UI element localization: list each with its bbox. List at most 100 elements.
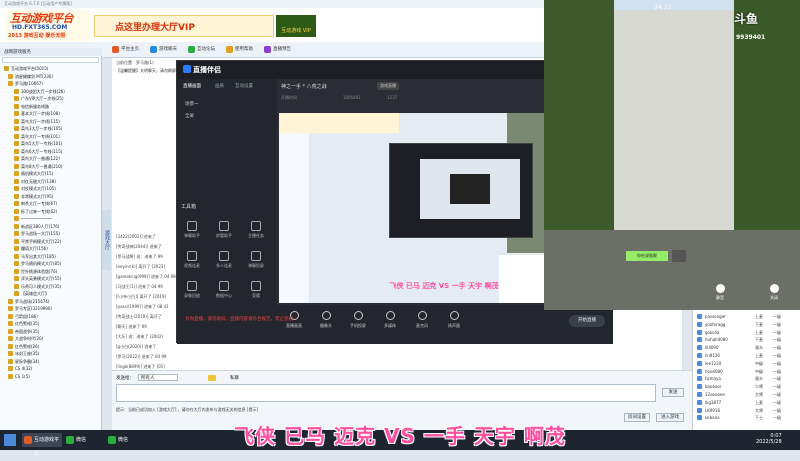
user-row[interactable]: lee1234 中级 一级 <box>697 360 797 367</box>
tree-item[interactable]: 互动游戏平台(5015) <box>4 65 48 72</box>
tool-button[interactable]: 多人连麦 <box>213 249 235 271</box>
tree-item[interactable]: 广东VIP大厅一步线(25) <box>14 95 64 102</box>
send-button[interactable]: 发送 <box>662 388 684 397</box>
platform-logo[interactable]: 互动游戏平台 HD.FXT365.COM 2013 游戏互动 娱乐无限 <box>6 10 90 41</box>
tree-item[interactable]: 蹦塔大厅(156) <box>14 245 48 252</box>
user-row[interactable]: kebaaa 下士 一级 <box>697 415 797 421</box>
tree-item[interactable]: 罗马随机模式大厅(85) <box>14 260 61 267</box>
tree-item[interactable]: 罗马路(10667) <box>8 80 43 87</box>
tool-button[interactable]: 数据中心 <box>213 279 235 301</box>
live-video[interactable]: 34:33 斗鱼 9939401 你在说啥呢 静音 关闭 <box>544 0 800 310</box>
close-video-button[interactable]: 关闭 <box>764 284 784 301</box>
tree-item[interactable]: 浑头英勇模式大厅(55) <box>14 275 61 282</box>
tree-item[interactable]: 罗马战场(215474) <box>8 298 49 305</box>
user-row[interactable]: 12oeooee 大将 一级 <box>697 392 797 398</box>
mute-button[interactable]: 静音 <box>710 284 730 301</box>
user-row[interactable]: gokolia 上麦 一级 <box>697 329 797 336</box>
tree-item[interactable]: 大战争时代(20) <box>8 335 43 342</box>
tree-item[interactable]: 菜鸟大厅一步线(115) <box>14 118 60 125</box>
user-row[interactable]: lin9126 上麦 一级 <box>697 353 797 359</box>
user-row[interactable]: huhah4080 下麦 一级 <box>697 337 797 343</box>
tree-item[interactable]: 非常模式大厅(95) <box>14 193 53 200</box>
room-header: 当前位置：罗马路(1) <box>116 60 154 65</box>
game-lobby-side-tab[interactable]: 游戏大厅 <box>102 210 111 270</box>
tree-item[interactable]: 刺杀大厅一专线(67) <box>14 200 57 207</box>
tree-item[interactable]: ───────────── <box>14 215 52 222</box>
tree-item[interactable]: 红色警戒(26) <box>8 343 39 350</box>
tree-item[interactable]: 马军出其大厅(185) <box>14 253 56 260</box>
user-row[interactable]: baobaor 少将 一级 <box>697 384 797 390</box>
taskbar-task[interactable]: 微信 <box>64 433 104 447</box>
forum-button[interactable]: 互动论坛 <box>188 45 215 55</box>
start-icon[interactable] <box>4 434 16 446</box>
help-button[interactable]: 使用帮助 <box>226 45 253 55</box>
taskbar-task[interactable]: 微信 <box>106 433 146 447</box>
tree-search-input[interactable] <box>2 57 99 63</box>
vip-badge[interactable]: 互动游戏 VIP <box>276 15 316 37</box>
tool-button[interactable]: 视频连麦 <box>181 249 203 271</box>
user-row[interactable]: lll4090 观众 一级 <box>697 345 797 351</box>
tree-item[interactable]: 红色警戒(35) <box>8 320 39 327</box>
tree-item[interactable]: 星际争霸(34) <box>8 358 39 365</box>
user-row[interactable]: LK9916 大将 一级 <box>697 407 797 414</box>
folder-icon <box>4 66 9 71</box>
tree-item[interactable]: 新战区380人厅(176) <box>14 223 59 230</box>
tree-item[interactable]: CS 4(32) <box>8 365 32 372</box>
tree-item[interactable]: 乐师可人模式大厅(35) <box>14 283 61 290</box>
taskbar-task[interactable]: 互动游戏平台 <box>22 433 62 457</box>
tree-item[interactable]: 冰封王座(35) <box>8 350 39 357</box>
tool-button[interactable]: 竞猜 <box>245 279 267 301</box>
tab-quality[interactable]: 画质 <box>215 83 224 89</box>
tab-stream-scene[interactable]: 直播画面 <box>183 83 201 89</box>
tree-item[interactable]: 菜鸟大厅一普通(122) <box>14 155 60 162</box>
tree-item[interactable]: 对仗模式大厅(105) <box>14 185 56 192</box>
folder-icon <box>8 298 13 304</box>
taskbar-clock[interactable]: 0:07 2022/5/28 <box>756 433 782 445</box>
tree-item[interactable]: CS 1(5) <box>8 373 30 380</box>
user-row[interactable]: hzmaya 观众 一级 <box>697 376 797 382</box>
tree-item[interactable]: 菜鸟5大厅一专线(101) <box>14 140 62 147</box>
vip-banner[interactable]: 点这里办理大厅VIP <box>94 15 274 37</box>
scene-item[interactable]: 全屏 <box>185 113 194 119</box>
tree-item[interactable]: 罗马专区(3219990) <box>8 305 52 312</box>
tool-button[interactable]: 弹幕助手 <box>181 219 203 241</box>
stream-title[interactable]: 神之一手 * 八荒之战 <box>281 83 327 90</box>
tree-item[interactable]: 菜鸟8大厅一普通(210) <box>14 163 62 170</box>
tree-item[interactable]: 帝国战争(35) <box>8 328 39 335</box>
tree-item[interactable]: 基本大厅一步线(108) <box>14 110 60 117</box>
tree-item[interactable]: 对仗无缝大厅(138) <box>14 178 56 185</box>
live-preview-button[interactable]: 直播预告 <box>264 45 291 55</box>
tree-item[interactable]: 菜鸟3大厅一步线(105) <box>14 125 62 132</box>
user-row[interactable]: passenger 上麦 一级 <box>697 314 797 320</box>
tool-button[interactable]: 房管助手 <box>213 219 235 241</box>
tree-item[interactable]: 菜鸟6大厅一专线(115) <box>14 148 62 155</box>
tree-item[interactable]: 平常手柄模式大厅(22) <box>14 238 61 245</box>
user-row[interactable]: yooforagg 下麦 一级 <box>697 321 797 328</box>
tree-item[interactable]: 罗马战场一大厅(155) <box>14 230 60 237</box>
send-target-select[interactable]: 所有人 <box>138 374 178 381</box>
join-game-button[interactable]: 进入游戏 <box>656 413 684 422</box>
tab-interaction[interactable]: 互动设置 <box>235 83 253 89</box>
tree-item[interactable]: 300战团大厅一步线(26) <box>14 88 65 95</box>
tree-item[interactable]: 菜鸟大厅一专线(101) <box>14 133 60 140</box>
private-chat-toggle[interactable]: 私聊 <box>230 375 239 381</box>
room-settings-button[interactable]: 房间设置 <box>624 413 650 422</box>
stream-tag[interactable]: 游戏直播 <box>377 82 399 90</box>
tool-button[interactable]: 录像回放 <box>181 279 203 301</box>
message-input[interactable] <box>116 384 656 402</box>
user-row[interactable]: lkg3877 上麦 一级 <box>697 399 797 406</box>
emoji-icon[interactable] <box>208 375 216 381</box>
tree-item[interactable]: 流星蝴蝶剑 MT(236) <box>8 73 53 80</box>
tree-item[interactable]: 【英雄会大厅】 <box>14 290 49 297</box>
tree-item[interactable]: 电信新服务线路 <box>14 103 49 110</box>
user-row[interactable]: hoo4080 中级 一级 <box>697 368 797 375</box>
scene-item[interactable]: 场景一 <box>185 101 199 107</box>
tree-item[interactable]: 随机模式大厅(15) <box>14 170 53 177</box>
game-chat-button[interactable]: 游戏聊天 <box>150 45 177 55</box>
home-button[interactable]: 平台主页 <box>112 45 139 55</box>
tool-button[interactable]: 主播任务 <box>245 219 267 241</box>
tree-item[interactable]: 弓箭组(186) <box>8 313 38 320</box>
tool-button[interactable]: 弹幕投屏 <box>245 249 267 271</box>
tree-item[interactable]: 世外桃源体验版(76) <box>14 268 57 275</box>
tree-item[interactable]: 拆了过来一专线(62) <box>14 208 57 215</box>
